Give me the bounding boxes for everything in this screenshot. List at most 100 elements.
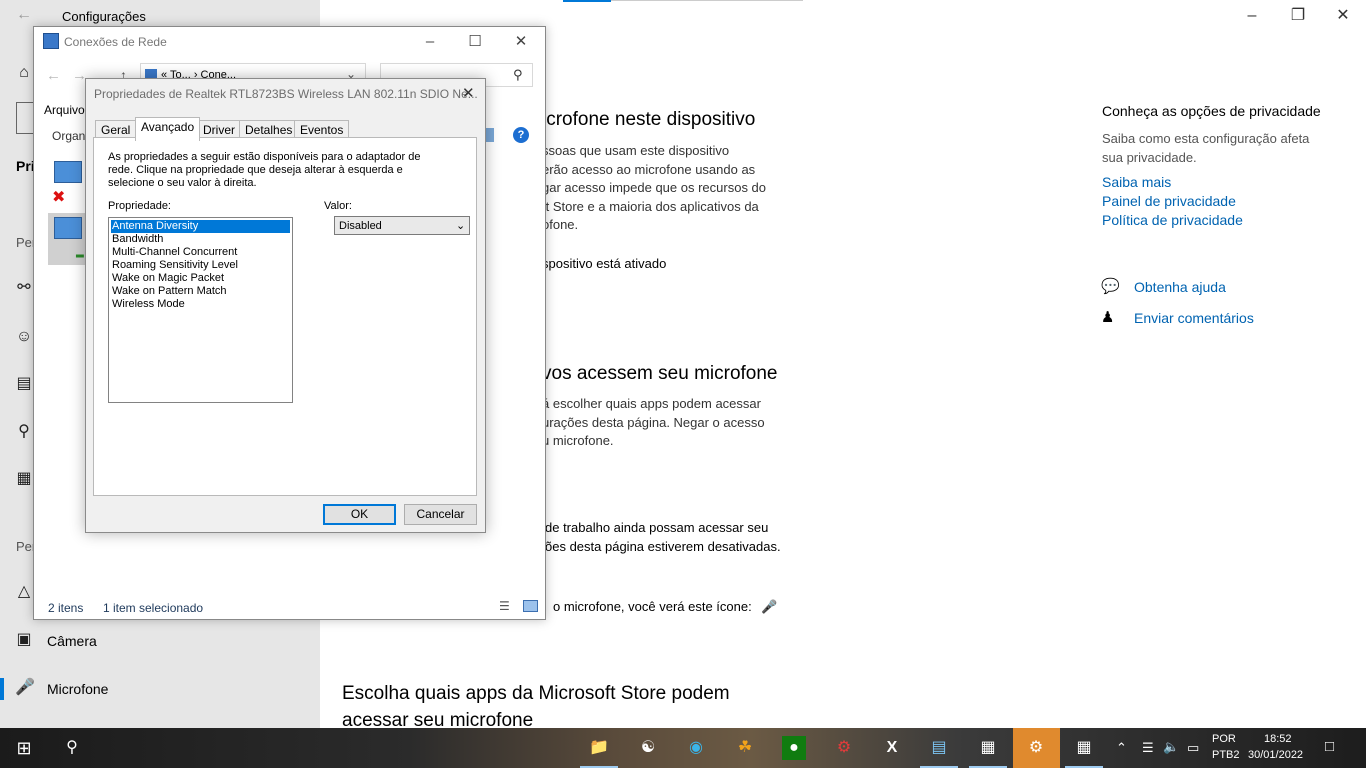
text-line: selecione o seu valor à direita. — [108, 177, 257, 189]
help-icon[interactable]: ? — [513, 127, 529, 143]
advanced-panel: As propriedades a seguir estão disponíve… — [93, 137, 477, 496]
privacy-options-desc: Saiba como esta configuração afeta sua p… — [1102, 130, 1309, 167]
app-icon[interactable]: ☘ — [733, 736, 757, 760]
network-app-icon[interactable]: ▦ — [976, 736, 1000, 760]
cancel-button[interactable]: Cancelar — [404, 504, 477, 525]
list-item[interactable]: Wake on Pattern Match — [111, 285, 290, 298]
scroll-indicator — [563, 0, 611, 2]
battery-icon[interactable]: ▭ — [1187, 740, 1199, 756]
device-status-text: spositivo está ativado — [542, 256, 667, 271]
back-arrow-icon[interactable]: ← — [46, 67, 61, 84]
details-view-icon[interactable]: ☰ — [499, 599, 510, 613]
clipboard-icon[interactable]: ▤ — [15, 375, 33, 393]
notification-icon[interactable]: □ — [1325, 738, 1334, 755]
list-item[interactable]: Bandwidth — [111, 233, 290, 246]
camera-icon: ▣ — [16, 631, 32, 648]
mic-in-use-note: o microfone, você verá este ícone: 🎤 — [553, 599, 778, 615]
explorer-titlebar[interactable]: Conexões de Rede – ☐ ✕ — [34, 27, 545, 57]
microphone-icon: 🎤 — [761, 599, 778, 614]
windows-start-icon[interactable]: ⊞ — [12, 736, 36, 760]
list-item[interactable]: Wake on Magic Packet — [111, 272, 290, 285]
link-learn-more[interactable]: Saiba mais — [1102, 174, 1171, 190]
text-line: o microfone, você verá este ícone: — [553, 599, 752, 614]
settings-title: Configurações — [62, 9, 146, 24]
speaker-icon[interactable]: 🔈 — [1163, 739, 1179, 755]
minimize-icon[interactable]: – — [1229, 0, 1275, 32]
network-adapter-ethernet[interactable]: ✖ — [52, 159, 86, 206]
section-heading-app-access: vos acessem seu microfone — [542, 363, 778, 384]
settings-taskbar-button[interactable]: ⚙ — [1013, 728, 1060, 768]
text-line: gar acesso impede que os recursos do — [542, 180, 767, 195]
maximize-icon[interactable]: ☐ — [455, 31, 495, 53]
text-line: rede. Clique na propriedade que deseja a… — [108, 164, 403, 176]
close-icon[interactable]: ✕ — [462, 84, 475, 102]
text-line: ft Store e a maioria dos aplicativos da — [542, 198, 759, 214]
value-dropdown[interactable]: Disabled ⌄ — [334, 216, 470, 235]
wifi-icon[interactable]: ☰ — [1142, 740, 1154, 756]
back-arrow-icon[interactable]: ← — [16, 6, 32, 24]
lock-icon[interactable]: ⚯ — [15, 279, 33, 297]
gear-icon: ⚙ — [1028, 739, 1044, 756]
minimize-icon[interactable]: – — [410, 31, 450, 53]
text-line: ssoas que usam este dispositivo — [542, 143, 730, 158]
search-box-edge[interactable] — [16, 102, 33, 134]
search-icon[interactable]: ⚲ — [60, 736, 84, 760]
network-folder-icon — [43, 33, 59, 49]
value-label: Valor: — [324, 200, 352, 212]
sidebar-item-label: Microfone — [47, 681, 109, 697]
adapter-properties-dialog: Propriedades de Realtek RTL8723BS Wirele… — [85, 78, 486, 533]
sidebar-item-microphone[interactable]: 🎤 Microfone — [0, 670, 320, 708]
disconnected-x-icon: ✖ — [52, 189, 66, 206]
close-icon[interactable]: ✕ — [501, 31, 541, 53]
control-panel-icon[interactable]: ▤ — [927, 736, 951, 760]
activity-history-icon[interactable]: ▦ — [15, 470, 33, 488]
property-label: Propriedade: — [108, 200, 171, 212]
app-icon[interactable]: ⚙ — [832, 736, 856, 760]
network-app-icon[interactable]: ▦ — [1072, 736, 1096, 760]
location-icon[interactable]: △ — [15, 583, 33, 601]
property-listbox[interactable]: Antenna Diversity Bandwidth Multi-Channe… — [108, 217, 293, 403]
privacy-options-title: Conheça as opções de privacidade — [1102, 103, 1321, 119]
language-code[interactable]: POR — [1212, 733, 1236, 745]
sidebar-item-camera[interactable]: ▣ Câmera — [0, 622, 320, 660]
ok-button[interactable]: OK — [323, 504, 396, 525]
network-adapter-wifi-selected[interactable]: ▂ — [48, 213, 86, 265]
clock-date[interactable]: 30/01/2022 — [1248, 749, 1303, 761]
link-send-feedback[interactable]: Enviar comentários — [1134, 310, 1254, 326]
section-heading-store-apps: Escolha quais apps da Microsoft Store po… — [342, 680, 730, 734]
status-item-count: 2 itens — [48, 601, 84, 615]
link-privacy-dashboard[interactable]: Painel de privacidade — [1102, 193, 1236, 209]
tab-advanced[interactable]: Avançado — [135, 117, 201, 141]
edge-browser-icon[interactable]: ◉ — [684, 736, 708, 760]
home-icon[interactable]: ⌂ — [15, 64, 33, 82]
organize-button[interactable]: Organ — [52, 129, 85, 143]
taskbar: ⊞ ⚲ 📁 ☯ ◉ ☘ ● ⚙ X ▤ ▦ ⚙ ▦ ⌃ ☰ 🔈 ▭ POR PT… — [0, 728, 1366, 768]
close-icon[interactable]: ✕ — [1320, 0, 1366, 32]
file-explorer-icon[interactable]: 📁 — [587, 736, 611, 760]
clock-time[interactable]: 18:52 — [1264, 733, 1292, 745]
link-privacy-statement[interactable]: Política de privacidade — [1102, 212, 1243, 228]
text-line: Escolha quais apps da Microsoft Store po… — [342, 683, 730, 704]
list-item[interactable]: Wireless Mode — [111, 298, 290, 311]
feedback-person-icon: ♟ — [1101, 309, 1115, 326]
x-app-icon[interactable]: X — [880, 736, 904, 760]
keyboard-layout[interactable]: PTB2 — [1212, 749, 1240, 761]
large-icons-view-icon[interactable] — [523, 600, 538, 612]
chevron-down-icon: ⌄ — [456, 220, 466, 232]
person-search-icon[interactable]: ⚲ — [15, 423, 33, 441]
app-icon[interactable]: ☯ — [636, 736, 660, 760]
text-line: urações desta página. Negar o acesso — [542, 414, 765, 430]
menu-file[interactable]: Arquivo — [44, 103, 85, 117]
restore-icon[interactable]: ❐ — [1275, 0, 1321, 32]
list-item[interactable]: Multi-Channel Concurrent — [111, 246, 290, 259]
text-line: de trabalho ainda possam acessar seu — [545, 520, 769, 535]
computer-icon — [54, 217, 82, 239]
speech-icon[interactable]: ☺ — [15, 328, 33, 346]
list-item[interactable]: Antenna Diversity — [111, 220, 290, 233]
xbox-icon[interactable]: ● — [782, 736, 806, 760]
text-line: u microfone. — [542, 433, 614, 448]
list-item[interactable]: Roaming Sensitivity Level — [111, 259, 290, 272]
link-get-help[interactable]: Obtenha ajuda — [1134, 279, 1226, 295]
text-line: á escolher quais apps podem acessar — [542, 396, 761, 411]
chevron-up-icon[interactable]: ⌃ — [1116, 740, 1127, 756]
